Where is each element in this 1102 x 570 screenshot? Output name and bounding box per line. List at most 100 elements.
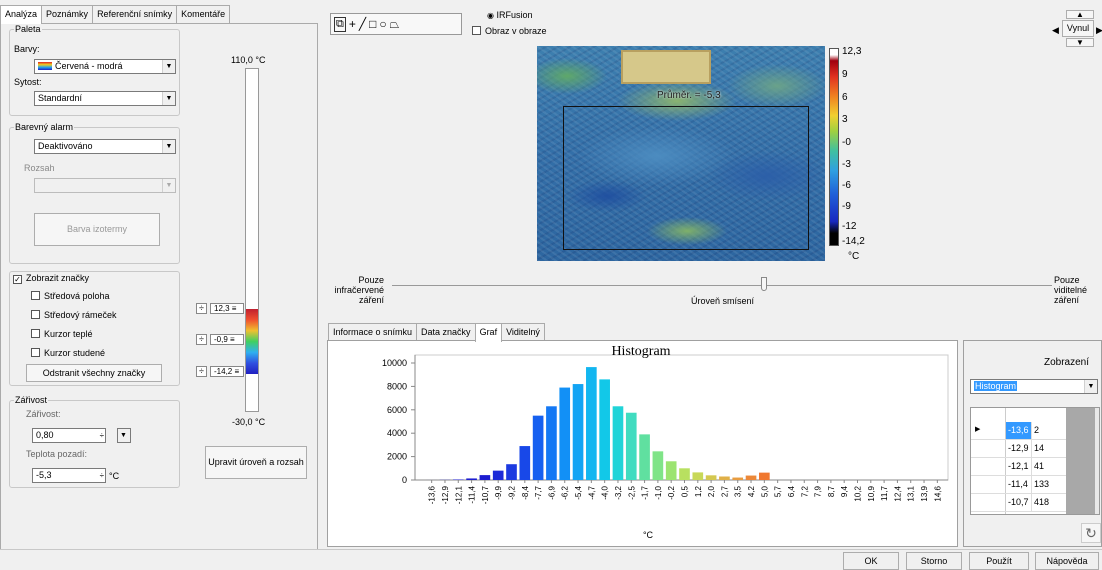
scale-max-label: 110,0 °C (231, 55, 266, 65)
table-row[interactable]: -10,7 418 (971, 494, 1066, 512)
cancel-button[interactable]: Storno (906, 552, 962, 570)
spinner-icon[interactable]: ÷ (100, 429, 104, 442)
color-alarm-legend: Barevný alarm (15, 122, 74, 132)
tab-comments[interactable]: Komentáře (176, 5, 231, 23)
emissivity-dropdown[interactable]: ▼ (117, 428, 131, 443)
scale-lo-value[interactable]: -14,2 ≡ (210, 366, 244, 377)
y-tick-label: 6000 (387, 405, 407, 415)
table-row[interactable]: -12,9 14 (971, 440, 1066, 458)
histogram-bar (665, 461, 677, 480)
isotherm-color-button[interactable]: Barva izotermy (34, 213, 160, 246)
table-scrollbar[interactable] (1095, 408, 1099, 514)
blend-center-label: Úroveň smísení (691, 296, 755, 306)
help-button[interactable]: Nápověda (1035, 552, 1099, 570)
emissivity-label: Zářivost: (26, 409, 61, 419)
pip-checkbox[interactable]: Obraz v obraze (472, 26, 547, 36)
scroll-down-button[interactable]: ▼ (1066, 38, 1094, 47)
show-markers-checkbox[interactable]: ✓ Zobrazit značky (13, 273, 92, 284)
colorbar-tick: 12,3 (842, 46, 862, 57)
unlock-button[interactable]: Vynul (1062, 20, 1094, 37)
footer-divider (0, 549, 1102, 550)
spinner-icon[interactable]: ÷ (100, 469, 104, 482)
saturation-select[interactable]: Standardní ▼ (34, 91, 176, 106)
blend-track[interactable] (392, 285, 1052, 286)
chevron-down-icon: ▼ (162, 179, 175, 192)
scale-mid-spinner[interactable]: ÷ (196, 334, 207, 345)
background-temp-input[interactable]: -5,3 ÷ (32, 468, 106, 483)
y-tick-label: 8000 (387, 381, 407, 391)
x-tick-label: -9,9 (494, 485, 503, 499)
x-tick-label: -12,9 (441, 485, 450, 504)
histogram-bar (652, 451, 664, 480)
x-tick-label: 7,2 (800, 485, 809, 497)
refresh-icon[interactable]: ↻ (1081, 523, 1101, 543)
table-cell-count: 133 (1034, 479, 1050, 489)
polygon-tool-icon[interactable]: ⏢ (390, 17, 400, 32)
adjust-level-range-button[interactable]: Upravit úroveň a rozsah (205, 446, 307, 479)
marker-cold-cursor-checkbox[interactable]: Kurzor studené (31, 348, 105, 358)
x-tick-label: 0,5 (681, 485, 690, 497)
histogram-bar (572, 384, 584, 480)
ellipse-tool-icon[interactable]: ○ (379, 17, 386, 31)
scale-track[interactable] (245, 68, 259, 412)
x-tick-label: 10,9 (867, 485, 876, 501)
histogram-bar (612, 406, 624, 480)
emissivity-input[interactable]: 0,80 ÷ (32, 428, 106, 443)
scale-mid-value[interactable]: -0,9 ≡ (210, 334, 244, 345)
crosshair-tool-icon[interactable]: + (349, 17, 356, 31)
tab-analysis[interactable]: Analýza (0, 5, 43, 24)
table-row[interactable]: -11,4 133 (971, 476, 1066, 494)
apply-button[interactable]: Použít (969, 552, 1029, 570)
range-select[interactable]: ▼ (34, 178, 176, 193)
chart-title: Histogram (611, 344, 670, 359)
colorbar-tick: -9 (842, 201, 851, 212)
palette-swatch-icon (38, 62, 52, 70)
table-row[interactable]: -12,1 41 (971, 458, 1066, 476)
palette-select[interactable]: Červená - modrá ▼ (34, 59, 176, 74)
ok-button[interactable]: OK (843, 552, 899, 570)
tab-visible[interactable]: Viditelný (501, 323, 545, 341)
x-tick-label: 11,7 (880, 485, 889, 501)
left-tab-bar: Analýza Poznámky Referenční snímky Komen… (0, 5, 231, 24)
irfusion-radio[interactable]: ◉ IRFusion (487, 10, 533, 20)
x-tick-label: 2,7 (720, 485, 729, 497)
blend-thumb[interactable] (761, 277, 767, 291)
table-cell-temp: -13,6 (1006, 422, 1032, 439)
scale-hi-text: 12,3 (214, 304, 230, 313)
marker-center-checkbox[interactable]: Středová poloha (31, 291, 110, 301)
scroll-up-button[interactable]: ▲ (1066, 10, 1094, 19)
measurement-box[interactable] (563, 106, 809, 250)
select-tool-icon[interactable]: ⧉ (334, 16, 346, 32)
tab-marker-data[interactable]: Data značky (416, 323, 476, 341)
view-panel: Zobrazení Histogram ▼ ▶ -13,6 2 -12,9 14 -12,… (963, 340, 1102, 547)
tab-graph[interactable]: Graf (474, 323, 503, 342)
tab-image-info[interactable]: Informace o snímku (328, 323, 418, 341)
marker-center-box-checkbox[interactable]: Středový rámeček (31, 310, 117, 320)
x-tick-label: -1,7 (641, 485, 650, 499)
drawing-toolbar: ⧉ + ╱ □ ○ ⏢ (330, 13, 462, 35)
remove-all-markers-button[interactable]: Odstranit všechny značky (26, 364, 162, 382)
histogram-bar (546, 406, 557, 480)
x-tick-label: -9,2 (508, 485, 517, 499)
scale-range-gradient (246, 309, 258, 374)
x-tick-label: 6,4 (787, 485, 796, 497)
scale-hi-value[interactable]: 12,3 ≡ (210, 303, 244, 314)
checkbox-icon (31, 310, 40, 319)
tab-notes[interactable]: Poznámky (41, 5, 94, 23)
rectangle-tool-icon[interactable]: □ (369, 17, 376, 31)
line-tool-icon[interactable]: ╱ (359, 17, 366, 31)
left-arrow-icon[interactable]: ◀ (1052, 25, 1059, 36)
scale-hi-spinner[interactable]: ÷ (196, 303, 207, 314)
alarm-select[interactable]: Deaktivováno ▼ (34, 139, 176, 154)
view-select[interactable]: Histogram ▼ (970, 379, 1098, 394)
table-cell-temp: -10,7 (1006, 494, 1032, 511)
tab-reference-images[interactable]: Referenční snímky (92, 5, 178, 23)
right-arrow-icon[interactable]: ▶ (1096, 25, 1102, 36)
table-row[interactable]: ▶ -13,6 2 (971, 422, 1066, 440)
scale-lo-spinner[interactable]: ÷ (196, 366, 207, 377)
histogram-table: ▶ -13,6 2 -12,9 14 -12,1 41 -11,4 133 -10,7 418 (970, 407, 1100, 515)
histogram-bar (625, 412, 637, 480)
thermal-image[interactable]: Průměr. = -5,3 (537, 46, 825, 261)
marker-hot-cursor-checkbox[interactable]: Kurzor teplé (31, 329, 93, 339)
emissivity-value: 0,80 (36, 430, 54, 440)
